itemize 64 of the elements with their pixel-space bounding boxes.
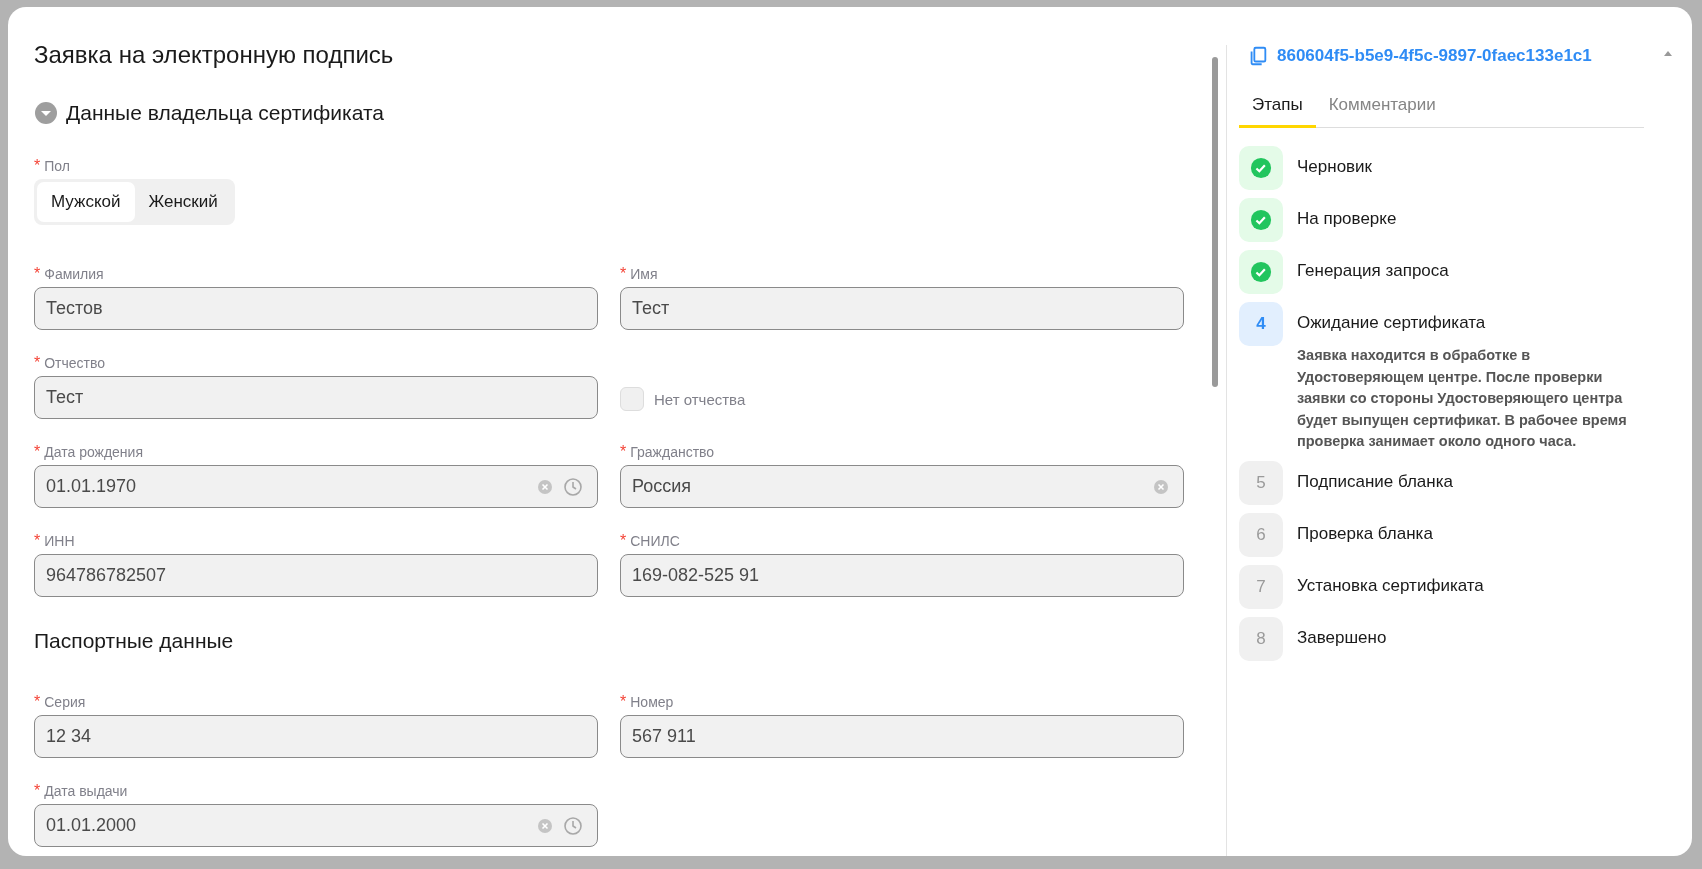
- required-mark: *: [620, 693, 627, 711]
- field-label: Фамилия: [44, 266, 104, 282]
- stage-number: 8: [1239, 616, 1283, 661]
- collapse-icon[interactable]: [34, 101, 58, 125]
- field-label: Пол: [44, 158, 70, 174]
- check-badge-icon: [1239, 198, 1283, 242]
- stage-title: Проверка бланка: [1297, 523, 1433, 544]
- stage-title: Завершено: [1297, 627, 1387, 648]
- checkbox-label[interactable]: Нет отчества: [654, 390, 746, 408]
- dialog-title: Заявка на электронную подпись: [34, 41, 395, 69]
- input-field[interactable]: 01.01.2000: [34, 804, 598, 847]
- stage-number: 6: [1239, 512, 1283, 557]
- field-label: Серия: [44, 694, 86, 710]
- input-field[interactable]: 169-082-525 91: [620, 554, 1184, 597]
- required-mark: *: [34, 782, 41, 800]
- input-field[interactable]: 01.01.1970: [34, 465, 598, 508]
- required-mark: *: [34, 693, 41, 711]
- input-field[interactable]: Тест: [620, 287, 1184, 330]
- clock-icon[interactable]: [563, 815, 583, 836]
- check-badge-icon: [1239, 250, 1283, 294]
- check-badge-icon: [1239, 146, 1283, 190]
- tab[interactable]: Комментарии: [1315, 85, 1449, 128]
- field-label: Дата рождения: [44, 444, 143, 460]
- stage-description: Заявка находится в обработке в Удостоверяющем центре. После проверки заявки со стороны Удостоверяющего центра будет выпущен сертификат. В рабочее время проверка занимает около одного часа.: [1297, 346, 1628, 451]
- input-field[interactable]: Тест: [34, 376, 598, 419]
- stage-title: Генерация запроса: [1297, 261, 1449, 281]
- required-mark: *: [34, 157, 41, 175]
- field-label: Номер: [630, 694, 674, 710]
- clear-icon[interactable]: [537, 478, 553, 495]
- required-mark: *: [34, 265, 41, 283]
- field-label: Гражданство: [630, 444, 715, 460]
- checkbox[interactable]: [620, 387, 644, 411]
- input-field[interactable]: 12 34: [34, 715, 598, 758]
- field-label: Имя: [630, 266, 658, 282]
- stage-title: На проверке: [1297, 209, 1397, 229]
- required-mark: *: [620, 532, 627, 550]
- field-label: ИНН: [44, 533, 75, 549]
- input-field[interactable]: 964786782507: [34, 554, 598, 597]
- stage-title: Черновик: [1297, 157, 1373, 177]
- stage-title: Подписание бланка: [1297, 471, 1453, 492]
- section-title: Данные владельца сертификата: [66, 101, 384, 125]
- required-mark: *: [34, 354, 41, 372]
- stage-number: 5: [1239, 460, 1283, 505]
- clock-icon[interactable]: [563, 476, 583, 497]
- stage-title: Установка сертификата: [1297, 575, 1484, 596]
- required-mark: *: [620, 443, 627, 461]
- section-title: Паспортные данные: [34, 629, 235, 653]
- required-mark: *: [34, 532, 41, 550]
- field-label: Дата выдачи: [44, 783, 128, 799]
- required-mark: *: [620, 265, 627, 283]
- tab[interactable]: Этапы: [1239, 85, 1316, 128]
- field-label: СНИЛС: [630, 533, 680, 549]
- stage-number: 4: [1239, 302, 1283, 346]
- clear-icon[interactable]: [537, 817, 553, 834]
- input-field[interactable]: Россия: [620, 465, 1184, 508]
- gender-option[interactable]: Мужской: [37, 182, 135, 222]
- required-mark: *: [34, 443, 41, 461]
- clear-icon[interactable]: [1153, 478, 1169, 495]
- input-field[interactable]: 567 911: [620, 715, 1184, 758]
- gender-option[interactable]: Женский: [134, 182, 232, 222]
- field-label: Отчество: [44, 355, 106, 371]
- stage-number: 7: [1239, 564, 1283, 609]
- input-field[interactable]: Тестов: [34, 287, 598, 330]
- stage-title: Ожидание сертификата: [1297, 313, 1487, 333]
